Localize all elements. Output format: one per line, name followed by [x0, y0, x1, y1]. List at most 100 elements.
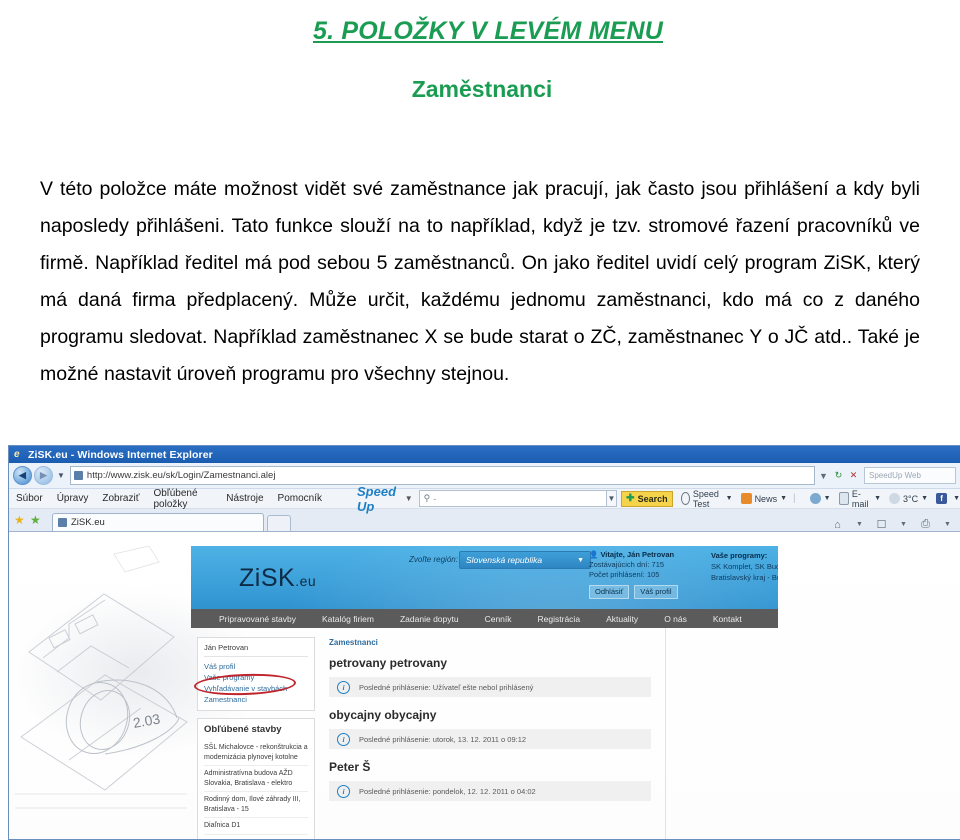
site-body: Ján Petrovan Váš profil Vaše programy Vy… [191, 628, 778, 840]
chevron-down-icon[interactable]: ▼ [853, 518, 866, 531]
sidebar-item-vase-programy[interactable]: Vaše programy [204, 672, 308, 683]
toolbar-weather-label: 3°C [903, 494, 918, 504]
address-dropdown-icon[interactable]: ▼ [817, 468, 830, 483]
refresh-icon[interactable]: ↻ [832, 468, 845, 483]
employee-name: Peter Š [329, 760, 651, 774]
favorite-item[interactable]: Rodinný dom, Ilové záhrady III, Bratisla… [204, 792, 308, 818]
speedup-menu-icon[interactable]: ▼ [405, 494, 413, 503]
favorite-item[interactable]: Diaľnica D1 [204, 818, 308, 835]
site-header: ZiSK.eu Zvoľte región: Slovenská republi… [191, 546, 778, 609]
nav-item-katalog-firiem[interactable]: Katalóg firiem [322, 614, 374, 624]
add-favorites-icon[interactable]: ★ [30, 514, 43, 527]
browser-screenshot: e ZiSK.eu - Windows Internet Explorer ◀ … [0, 445, 960, 840]
menu-item-upravy[interactable]: Úpravy [50, 493, 96, 504]
menu-item-nastroje[interactable]: Nástroje [219, 493, 270, 504]
envelope-icon [839, 492, 849, 505]
speedup-web-box[interactable]: SpeedUp Web [864, 467, 956, 484]
nav-item-registracia[interactable]: Registrácia [538, 614, 581, 624]
feeds-icon[interactable]: ☐ [875, 518, 888, 531]
page-subtitle: Zaměstnanci [18, 76, 942, 103]
chevron-down-icon[interactable]: ▼ [824, 495, 831, 502]
window-title: ZiSK.eu - Windows Internet Explorer [28, 449, 213, 461]
new-tab-button[interactable] [267, 515, 291, 531]
forward-button[interactable]: ▶ [34, 466, 53, 485]
toolbar-speed-test[interactable]: Speed Test ▼ [681, 489, 733, 509]
home-icon[interactable]: ⌂ [831, 518, 844, 531]
menu-item-zobrazit[interactable]: Zobraziť [95, 493, 146, 504]
ie-title-bar: e ZiSK.eu - Windows Internet Explorer [9, 446, 960, 463]
chevron-down-icon[interactable]: ▼ [897, 518, 910, 531]
toolbar-news[interactable]: News ▼ [741, 493, 787, 504]
globe-icon [810, 493, 821, 504]
search-button[interactable]: ✚ Search [621, 491, 672, 507]
tab-favicon-icon [58, 518, 67, 527]
menu-item-pomocnik[interactable]: Pomocník [271, 493, 329, 504]
speedup-search-placeholder: - [433, 494, 436, 504]
user-buttons: Odhlásiť Váš profil [589, 585, 678, 599]
print-icon[interactable]: ⎙ [919, 518, 932, 531]
favorite-item[interactable]: Administratívna budova AŽD Slovakia, Bra… [204, 766, 308, 792]
info-icon: i [337, 785, 350, 798]
menu-item-subor[interactable]: Súbor [9, 493, 50, 504]
nav-item-kontakt[interactable]: Kontakt [713, 614, 742, 624]
user-panel: 👤 Vitajte, Ján Petrovan Zostávajúcich dn… [589, 550, 678, 599]
breadcrumb: Zamestnanci [329, 638, 651, 647]
chevron-down-icon[interactable]: ▼ [874, 495, 881, 502]
sidebar-item-vas-profil[interactable]: Váš profil [204, 661, 308, 672]
toolbar-email-label: E-mail [852, 489, 871, 509]
toolbar-facebook[interactable]: f ▼ [936, 493, 960, 504]
right-column [666, 628, 778, 840]
chevron-down-icon[interactable]: ▼ [726, 495, 733, 502]
logout-button[interactable]: Odhlásiť [589, 585, 629, 599]
site-icon [74, 471, 83, 480]
url-text: http://www.zisk.eu/sk/Login/Zamestnanci.… [87, 470, 276, 481]
tab-bar-actions: ⌂ ▼ ☐ ▼ ⎙ ▼ [831, 518, 960, 531]
ie-logo-icon: e [14, 450, 24, 460]
chevron-down-icon[interactable]: ▼ [953, 495, 960, 502]
toolbar-email[interactable]: E-mail ▼ [839, 489, 881, 509]
toolbar-weather[interactable]: 3°C ▼ [889, 493, 928, 504]
facebook-icon: f [936, 493, 947, 504]
stop-icon[interactable]: ✕ [847, 468, 860, 483]
favorites-panel: Obľúbené stavby SŠL Michalovce - rekonšt… [197, 718, 315, 840]
nav-item-aktuality[interactable]: Aktuality [606, 614, 638, 624]
employee-last-login: Posledné prihlásenie: pondelok, 12. 12. … [359, 787, 536, 796]
employee-last-login: Posledné prihlásenie: utorok, 13. 12. 20… [359, 735, 526, 744]
user-icon: 👤 [589, 550, 598, 559]
chevron-down-icon[interactable]: ▼ [941, 518, 954, 531]
address-bar-row: ◀ ▶ ▼ http://www.zisk.eu/sk/Login/Zamest… [9, 463, 960, 489]
history-dropdown-icon[interactable]: ▼ [57, 471, 65, 480]
tab-bar: ★ ★ ZiSK.eu ⌂ ▼ ☐ ▼ ⎙ ▼ [9, 509, 960, 532]
site-logo[interactable]: ZiSK.eu [239, 564, 316, 593]
tab-label: ZiSK.eu [71, 517, 105, 528]
chevron-down-icon[interactable]: ▼ [921, 495, 928, 502]
chevron-down-icon[interactable]: ▼ [780, 495, 787, 502]
nav-item-cennik[interactable]: Cenník [485, 614, 512, 624]
speedup-search-dropdown-icon[interactable]: ▼ [607, 490, 617, 507]
tab-zisk[interactable]: ZiSK.eu [52, 513, 264, 531]
ie-window: e ZiSK.eu - Windows Internet Explorer ◀ … [8, 445, 960, 840]
favorite-item[interactable]: SŠL Michalovce - rekonštrukcia a moderni… [204, 740, 308, 766]
back-button[interactable]: ◀ [13, 466, 32, 485]
address-input[interactable]: http://www.zisk.eu/sk/Login/Zamestnanci.… [70, 466, 815, 485]
favorites-title: Obľúbené stavby [204, 724, 308, 735]
toolbar-speed-test-label: Speed Test [693, 489, 723, 509]
info-icon: i [337, 681, 350, 694]
sidebar-item-vyhladavanie[interactable]: Vyhľadávanie v stavbách [204, 683, 308, 694]
sidebar-user-panel: Ján Petrovan Váš profil Vaše programy Vy… [197, 637, 315, 711]
region-value: Slovenská republika [466, 555, 542, 565]
menu-item-oblubene-polozky[interactable]: Obľúbené položky [146, 488, 219, 510]
nav-item-pripravovane-stavby[interactable]: Pripravované stavby [219, 614, 296, 624]
sidebar-item-zamestnanci[interactable]: Zamestnanci [204, 694, 308, 705]
profile-button[interactable]: Váš profil [634, 585, 677, 599]
site-nav: Pripravované stavby Katalóg firiem Zadan… [191, 609, 778, 628]
nav-item-o-nas[interactable]: O nás [664, 614, 687, 624]
info-icon: i [337, 733, 350, 746]
speedup-search-input[interactable]: ⚲ - [419, 490, 607, 507]
speedup-web-placeholder: SpeedUp Web [869, 471, 921, 480]
nav-item-zadanie-dopytu[interactable]: Zadanie dopytu [400, 614, 459, 624]
favorites-star-icon[interactable]: ★ [14, 514, 27, 527]
speedup-brand-label: Speed Up [357, 484, 401, 514]
region-select[interactable]: Slovenská republika ▼ [459, 551, 591, 569]
toolbar-misc[interactable]: ▼ [810, 493, 831, 504]
